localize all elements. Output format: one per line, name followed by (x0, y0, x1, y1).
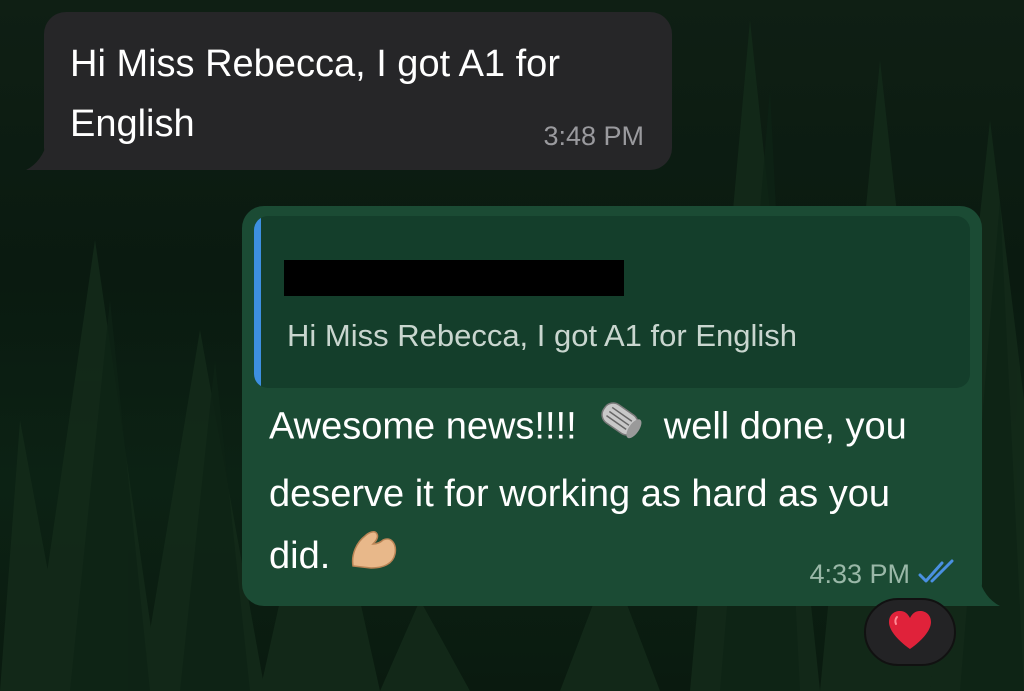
bubble-tail (960, 576, 1000, 606)
flexed-biceps-emoji (347, 526, 399, 589)
incoming-message-bubble[interactable]: Hi Miss Rebecca, I got A1 for English 3:… (26, 12, 672, 170)
redacted-sender-name (284, 260, 624, 296)
chat-background: Hi Miss Rebecca, I got A1 for English 3:… (0, 0, 1024, 691)
outgoing-message-time: 4:33 PM (809, 559, 910, 589)
quoted-message-text: Hi Miss Rebecca, I got A1 for English (287, 318, 798, 353)
quote-accent-bar (254, 216, 261, 388)
red-heart-icon (887, 609, 933, 656)
bubble-tail (26, 140, 66, 170)
outgoing-message-bubble[interactable]: Hi Miss Rebecca, I got A1 for English Aw… (242, 206, 1000, 606)
quoted-reply[interactable]: Hi Miss Rebecca, I got A1 for English (254, 216, 970, 388)
message-text-part1: Awesome news!!!! (269, 405, 577, 448)
outgoing-message-meta: 4:33 PM (809, 559, 956, 590)
rolled-newspaper-emoji (593, 394, 647, 463)
reaction-badge[interactable] (864, 598, 956, 666)
double-check-icon (918, 559, 956, 590)
incoming-message-time: 3:48 PM (543, 121, 644, 151)
